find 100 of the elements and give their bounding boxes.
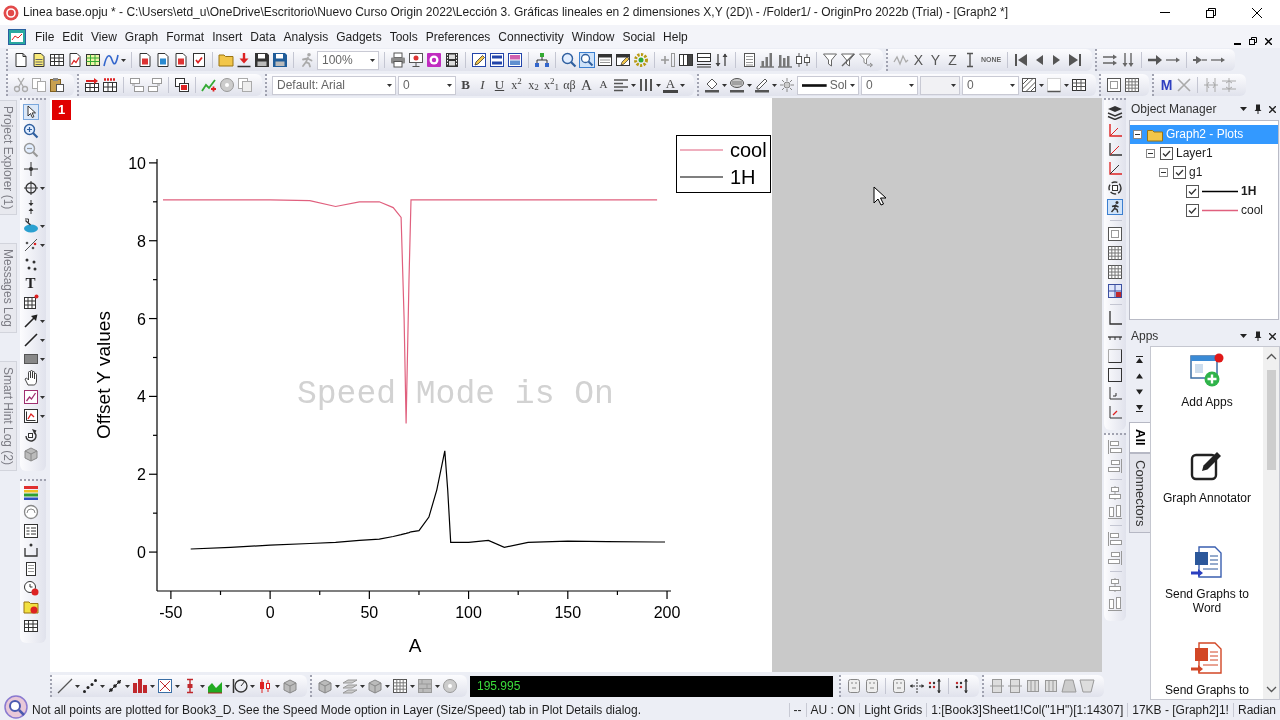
table-icon[interactable]	[102, 77, 118, 93]
download-icon[interactable]	[236, 52, 252, 68]
number-combo[interactable]: 0	[962, 75, 1019, 95]
table-lines-icon[interactable]	[696, 52, 712, 68]
save-icon[interactable]	[272, 52, 288, 68]
collapse-icon[interactable]	[1159, 168, 1168, 177]
grid-icon[interactable]	[1107, 264, 1123, 280]
increase-font-button[interactable]: A	[579, 76, 594, 94]
underline-button[interactable]: U	[492, 76, 507, 94]
line-icon[interactable]	[23, 332, 39, 348]
caret-icon[interactable]	[125, 684, 130, 688]
caret-icon[interactable]	[121, 58, 126, 62]
bar-chart-icon[interactable]	[759, 52, 775, 68]
box-plot-icon[interactable]	[795, 52, 811, 68]
document-export-icon[interactable]	[1190, 545, 1224, 579]
polar-chart-icon[interactable]	[232, 678, 248, 694]
caret-icon[interactable]	[75, 684, 80, 688]
document-icon[interactable]	[173, 52, 189, 68]
grid-icon[interactable]	[23, 294, 39, 310]
slides-export-icon[interactable]	[1190, 641, 1224, 675]
filter-arrow-icon[interactable]	[858, 52, 874, 68]
scroll-down-icon[interactable]	[1265, 686, 1277, 693]
skip-start-icon[interactable]	[1013, 52, 1030, 68]
line-symbol-plot-icon[interactable]	[107, 678, 123, 694]
layer-number-badge[interactable]: 1	[52, 100, 71, 120]
stacked-rows-icon[interactable]	[147, 77, 163, 93]
column-frame-icon[interactable]	[989, 678, 1005, 694]
column-frame-icon[interactable]	[1007, 678, 1023, 694]
axis-button[interactable]: Z	[945, 51, 960, 69]
spread-arrows-icon[interactable]	[909, 678, 925, 694]
checklist-icon[interactable]	[191, 52, 207, 68]
restore-icon[interactable]	[1249, 36, 1257, 45]
bottom-icon[interactable]	[1135, 404, 1143, 412]
candlestick-icon[interactable]	[257, 678, 273, 694]
filter-off-icon[interactable]	[840, 52, 856, 68]
caret-icon[interactable]	[225, 684, 230, 688]
double-arrow-icon[interactable]	[1102, 52, 1119, 68]
rounded-frame-icon[interactable]	[891, 678, 907, 694]
color-bars-icon[interactable]	[23, 485, 39, 501]
superscript-button[interactable]: x$^{2}$	[509, 76, 524, 94]
caret-icon[interactable]	[40, 395, 45, 399]
media-icon[interactable]	[426, 52, 442, 68]
caret-icon[interactable]	[631, 83, 636, 87]
arrow-icon[interactable]	[1147, 52, 1164, 68]
caret-icon[interactable]	[747, 83, 752, 87]
rotate-icon[interactable]	[1107, 180, 1123, 196]
side-tab[interactable]: Messages Log	[0, 243, 17, 334]
caret-icon[interactable]	[150, 684, 155, 688]
checkbox[interactable]	[1186, 185, 1199, 198]
line-style-combo[interactable]: Sol	[797, 75, 859, 95]
grid-icon[interactable]	[1124, 77, 1140, 93]
close-icon[interactable]	[1252, 7, 1262, 18]
axis-icon[interactable]	[1107, 310, 1123, 326]
table-arrow-icon[interactable]	[84, 77, 100, 93]
sheet-icon[interactable]	[31, 52, 47, 68]
scroll-thumb[interactable]	[1266, 370, 1276, 470]
hierarchy-icon[interactable]	[534, 52, 550, 68]
menu-item[interactable]: Analysis	[279, 27, 333, 46]
film-icon[interactable]	[444, 52, 460, 68]
zoom-in-icon[interactable]	[23, 123, 39, 139]
column-frame-icon[interactable]	[1025, 678, 1041, 694]
layout-icon[interactable]	[507, 52, 523, 68]
scatter-plot-icon[interactable]	[82, 678, 98, 694]
decrease-font-button[interactable]: A	[596, 76, 611, 94]
target-icon[interactable]	[23, 180, 39, 196]
pencil-square-icon[interactable]	[1190, 449, 1224, 483]
frame-icon[interactable]	[1107, 226, 1123, 242]
app-label[interactable]: Send Graphs to Word	[1155, 587, 1259, 616]
close-icon[interactable]	[1269, 105, 1276, 113]
menu-item[interactable]: Insert	[208, 27, 247, 46]
math-button[interactable]: M	[1159, 76, 1174, 94]
menu-item[interactable]: Preferences	[421, 27, 495, 46]
fill-color-icon[interactable]	[704, 77, 720, 93]
tree-item[interactable]: cool	[1130, 201, 1278, 220]
menu-item[interactable]: File	[31, 27, 59, 46]
graph-window-icon[interactable]	[8, 28, 26, 45]
caret-icon[interactable]	[40, 186, 45, 190]
list-icon[interactable]	[23, 523, 39, 539]
caret-icon[interactable]	[40, 357, 45, 361]
caret-icon[interactable]	[40, 243, 45, 247]
caret-icon[interactable]	[40, 224, 45, 228]
caret-icon[interactable]	[335, 684, 340, 688]
chart-page-icon[interactable]	[67, 52, 83, 68]
collapse-icon[interactable]	[1146, 149, 1155, 158]
folder-icon[interactable]	[218, 52, 234, 68]
filter-icon[interactable]	[822, 52, 838, 68]
pin-icon[interactable]	[1254, 331, 1262, 341]
caret-icon[interactable]	[1064, 83, 1069, 87]
greek-button[interactable]: αβ	[562, 76, 577, 94]
chart-icon[interactable]	[23, 389, 39, 405]
caret-icon[interactable]	[387, 83, 392, 87]
pattern-icon[interactable]	[729, 77, 745, 93]
top-icon[interactable]	[1135, 356, 1143, 364]
menu-item[interactable]: Gadgets	[332, 27, 386, 46]
close-icon[interactable]	[1265, 37, 1272, 45]
dropdown-icon[interactable]	[1240, 107, 1247, 111]
cross-box-icon[interactable]	[157, 678, 173, 694]
menu-item[interactable]: Social	[618, 27, 660, 46]
hand-icon[interactable]	[23, 370, 39, 386]
clock-icon[interactable]	[23, 580, 39, 596]
